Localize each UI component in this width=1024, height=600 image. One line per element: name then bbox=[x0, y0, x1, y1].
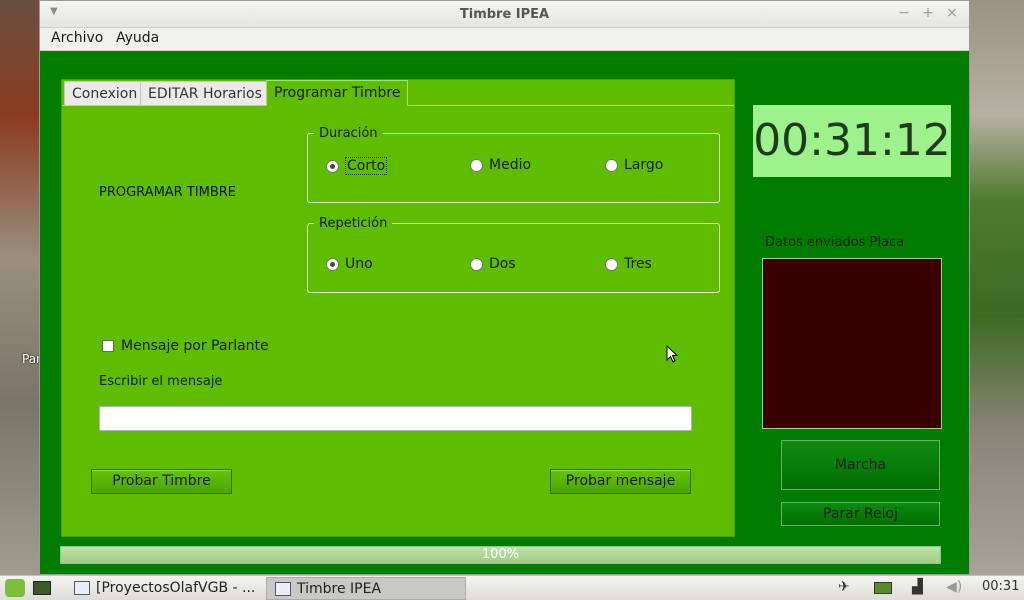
repeticion-group: Repetición bbox=[307, 216, 720, 293]
close-icon[interactable]: × bbox=[945, 5, 959, 21]
probar-mensaje-button[interactable]: Probar mensaje bbox=[550, 469, 691, 494]
radio-uno[interactable]: Uno bbox=[326, 256, 373, 272]
app-window: ▼ Timbre IPEA − + × Archivo Ayuda Conexi… bbox=[39, 0, 970, 575]
app-icon bbox=[74, 581, 90, 595]
parar-reloj-button[interactable]: Parar Reloj bbox=[781, 502, 940, 526]
radio-dot-selected bbox=[326, 257, 339, 271]
tab-programar-timbre[interactable]: Programar Timbre bbox=[266, 80, 409, 106]
task-timbre-ipea[interactable]: Timbre IPEA bbox=[266, 577, 466, 600]
menu-archivo[interactable]: Archivo bbox=[51, 30, 103, 46]
window-title: Timbre IPEA bbox=[459, 7, 550, 22]
checkbox-box bbox=[102, 340, 114, 352]
mint-menu-icon[interactable] bbox=[5, 579, 25, 597]
progress-label: 100% bbox=[481, 547, 520, 562]
programar-timbre-heading: PROGRAMAR TIMBRE bbox=[99, 185, 237, 200]
datos-enviados-area[interactable] bbox=[762, 258, 942, 429]
tab-conexion[interactable]: Conexion bbox=[64, 81, 146, 106]
window-icon bbox=[275, 582, 291, 596]
menu-bar: Archivo Ayuda bbox=[40, 28, 969, 51]
radio-dos[interactable]: Dos bbox=[470, 256, 516, 272]
desktop-background-right bbox=[970, 0, 1024, 575]
volume-icon[interactable]: ◀) bbox=[946, 579, 962, 595]
radio-tres[interactable]: Tres bbox=[605, 256, 652, 272]
repeticion-legend: Repetición bbox=[319, 216, 388, 231]
task-proyectos[interactable]: [ProyectosOlafVGB - ... bbox=[66, 577, 264, 600]
tab-editar-horarios[interactable]: EDITAR Horarios bbox=[140, 81, 270, 106]
radio-dot bbox=[605, 257, 618, 271]
taskbar: [ProyectosOlafVGB - ... Timbre IPEA ✈ ▟ … bbox=[0, 575, 1024, 600]
progress-bar: 100% bbox=[60, 546, 941, 564]
minimize-icon[interactable]: − bbox=[897, 5, 911, 21]
duracion-legend: Duración bbox=[319, 126, 378, 141]
mouse-cursor-icon bbox=[666, 345, 678, 363]
radio-dot bbox=[470, 158, 483, 172]
title-bar[interactable]: ▼ Timbre IPEA − + × bbox=[40, 1, 969, 28]
menu-ayuda[interactable]: Ayuda bbox=[116, 30, 159, 46]
pin-icon[interactable]: ✈ bbox=[838, 579, 850, 595]
desktop-background-left bbox=[0, 0, 40, 575]
tray-clock[interactable]: 00:31 bbox=[982, 579, 1019, 594]
tab-panel: Conexion EDITAR Horarios Programar Timbr… bbox=[61, 79, 735, 537]
marcha-button[interactable]: Marcha bbox=[781, 440, 940, 490]
radio-largo[interactable]: Largo bbox=[605, 157, 663, 173]
tab-strip: Conexion EDITAR Horarios Programar Timbr… bbox=[62, 80, 734, 106]
radio-medio[interactable]: Medio bbox=[470, 157, 531, 173]
network-icon[interactable]: ▟ bbox=[912, 579, 923, 595]
radio-dot bbox=[470, 257, 483, 271]
radio-dot bbox=[605, 158, 618, 172]
mensaje-parlante-label: Mensaje por Parlante bbox=[121, 338, 269, 354]
radio-dot-selected bbox=[326, 159, 339, 173]
battery-icon[interactable] bbox=[874, 582, 892, 594]
probar-timbre-button[interactable]: Probar Timbre bbox=[91, 469, 232, 494]
clock-display: 00:31:12 bbox=[753, 105, 951, 177]
mensaje-parlante-checkbox[interactable]: Mensaje por Parlante bbox=[102, 338, 269, 354]
escribir-mensaje-label: Escribir el mensaje bbox=[99, 374, 223, 389]
maximize-icon[interactable]: + bbox=[921, 5, 935, 21]
mensaje-input[interactable] bbox=[99, 406, 692, 431]
radio-corto[interactable]: Corto bbox=[326, 157, 388, 175]
datos-enviados-label: Datos enviados Placa bbox=[765, 235, 905, 250]
show-desktop-icon[interactable] bbox=[33, 581, 51, 595]
